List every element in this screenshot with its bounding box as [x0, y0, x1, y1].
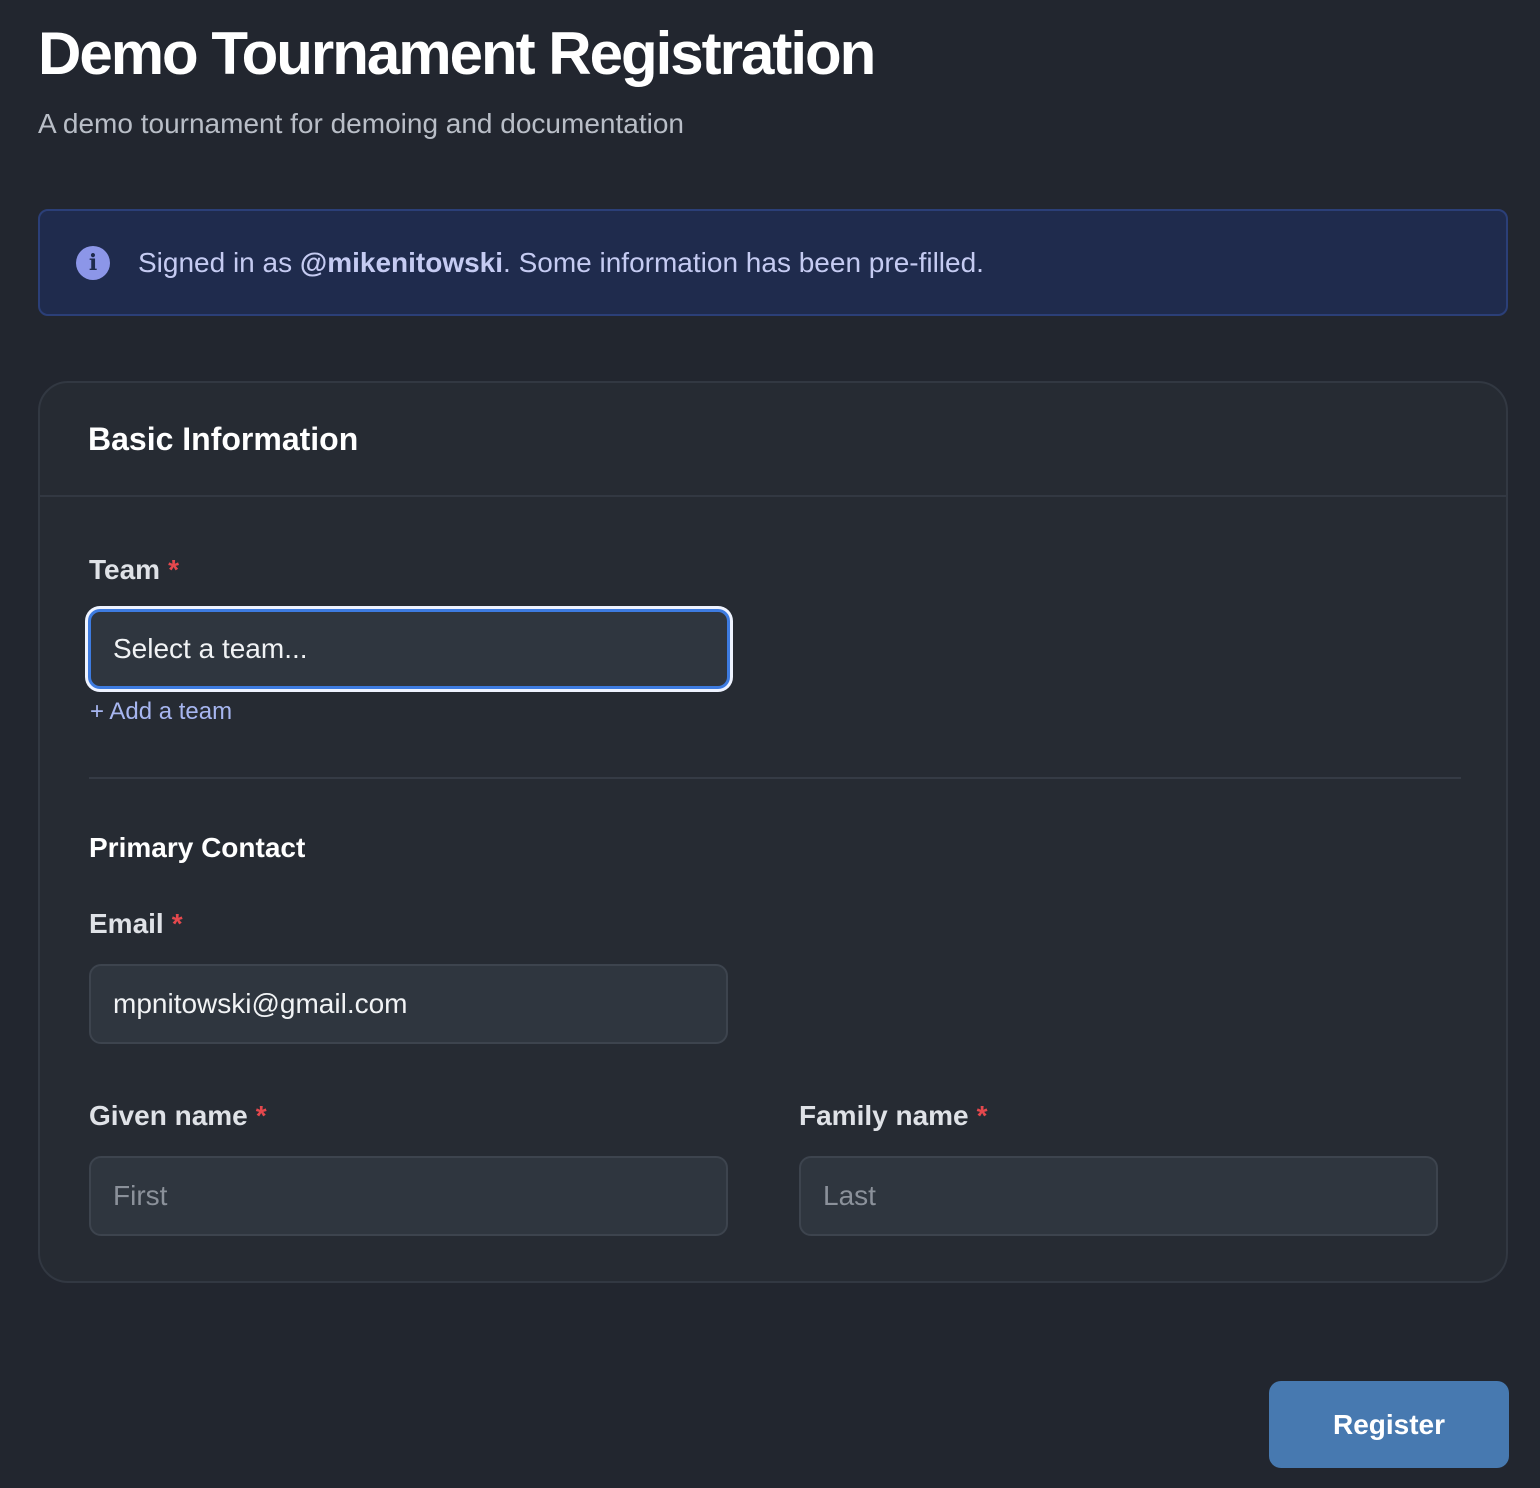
team-select-value: Select a team...: [113, 633, 308, 664]
section-divider: [89, 777, 1461, 779]
family-name-label-text: Family name: [799, 1100, 969, 1131]
team-select[interactable]: Select a team...: [88, 609, 730, 689]
family-name-field[interactable]: Last: [799, 1156, 1438, 1236]
given-name-label: Given name *: [89, 1099, 267, 1133]
family-name-label: Family name *: [799, 1099, 988, 1133]
given-name-field[interactable]: First: [89, 1156, 728, 1236]
required-mark: *: [255, 1100, 267, 1131]
basic-information-card: Basic Information Team * Select a team...…: [38, 381, 1508, 1283]
email-label-text: Email: [89, 908, 164, 939]
page-title: Demo Tournament Registration: [38, 20, 876, 87]
alert-suffix: . Some information has been pre-filled.: [503, 246, 984, 278]
alert-prefix: Signed in as: [138, 246, 300, 278]
primary-contact-title: Primary Contact: [89, 832, 306, 863]
add-team-link[interactable]: + Add a team: [90, 697, 232, 727]
given-name-label-text: Given name: [89, 1100, 248, 1131]
alert-username: @mikenitowski: [299, 246, 504, 278]
required-mark: *: [976, 1100, 988, 1131]
given-name-placeholder: First: [113, 1180, 168, 1211]
signed-in-alert: i Signed in as @mikenitowski. Some infor…: [38, 209, 1508, 316]
family-name-placeholder: Last: [823, 1180, 876, 1211]
email-field-value: mpnitowski@gmail.com: [113, 988, 408, 1019]
required-mark: *: [168, 554, 179, 585]
card-title: Basic Information: [88, 420, 359, 457]
register-button[interactable]: Register: [1269, 1381, 1509, 1468]
required-mark: *: [171, 908, 183, 939]
alert-message: Signed in as @mikenitowski. Some informa…: [138, 246, 984, 280]
team-label-text: Team: [89, 554, 161, 585]
page-subtitle: A demo tournament for demoing and docume…: [38, 108, 684, 139]
email-label: Email *: [89, 907, 183, 941]
card-header: Basic Information: [40, 383, 1506, 497]
team-label: Team *: [89, 553, 179, 587]
registration-page: Demo Tournament Registration A demo tour…: [0, 0, 1540, 1488]
info-icon: i: [76, 245, 110, 280]
email-field[interactable]: mpnitowski@gmail.com: [89, 964, 728, 1044]
